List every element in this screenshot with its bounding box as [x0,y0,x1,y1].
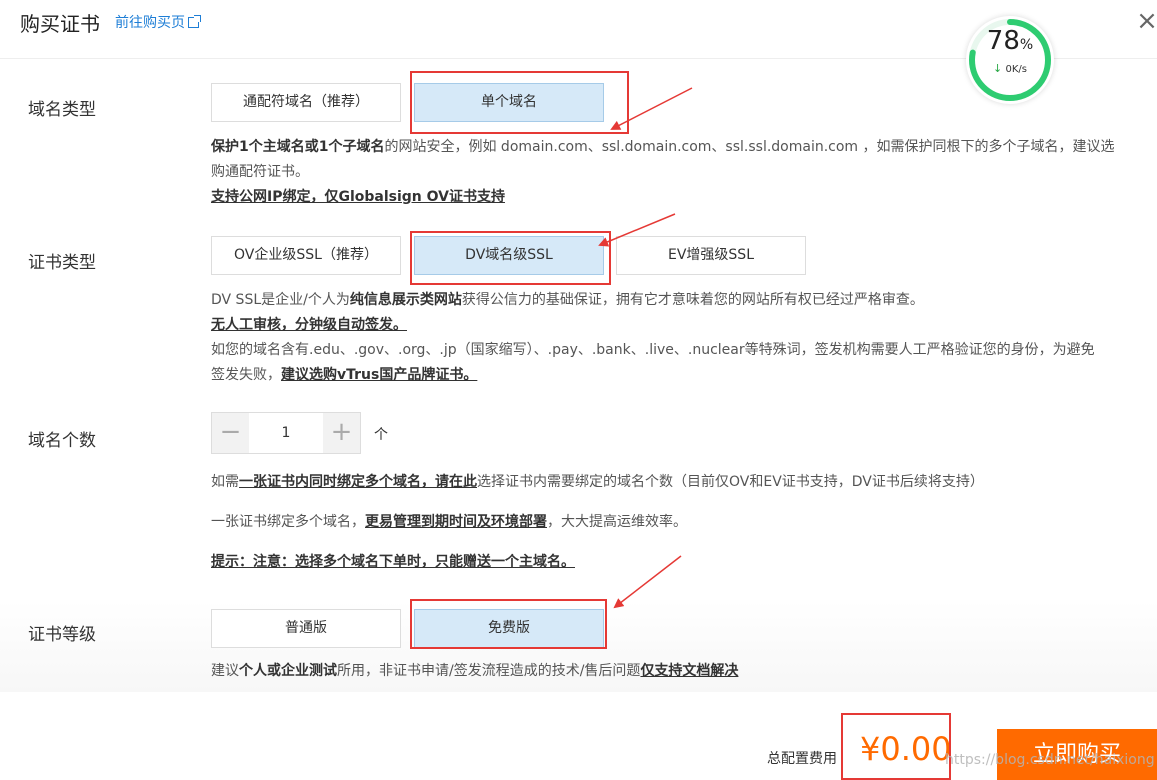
note1-pre: 如需 [211,474,239,490]
domain-type-label: 域名类型 [28,100,96,120]
network-speed-widget[interactable]: 78% ↓ 0K/s [966,16,1054,104]
speed-percent-unit: % [1019,37,1034,53]
vtrus-cert-link[interactable]: 建议选购vTrus国产品牌证书。 [281,367,477,383]
domain-count-input[interactable] [249,413,323,453]
multi-domain-tip: 提示：注意：选择多个域名下单时，只能赠送一个主域名。 [211,554,575,570]
cert-type-desc-a: DV SSL是企业/个人为 [211,292,350,308]
dialog-title: 购买证书 [20,12,100,36]
domain-count-unit: 个 [374,427,388,443]
total-cost-label: 总配置费用 [767,751,837,767]
domain-count-note-1: 如需一张证书内同时绑定多个域名，请在此选择证书内需要绑定的域名个数（目前仅OV和… [211,470,1141,495]
option-ov-ssl[interactable]: OV企业级SSL（推荐） [211,236,401,275]
cert-type-desc-a-rest: 获得公信力的基础保证，拥有它才意味着您的网站所有权已经过严格审查。 [461,292,924,308]
domain-type-desc-bold: 保护1个主域名或1个子域名 [211,139,385,155]
domain-count-note-2: 一张证书绑定多个域名，更易管理到期时间及环境部署，大大提高运维效率。 [211,510,1141,535]
watermark: https://blog.csdn.net/haixiong [945,752,1155,768]
cert-type-desc-d: 签发失败， [211,367,281,383]
cert-level-label: 证书等级 [28,625,96,645]
external-link-icon [188,15,201,28]
speed-rate-value: 0K/s [1005,64,1027,75]
speed-percent: 78% [966,26,1054,56]
easier-management-link[interactable]: 更易管理到期时间及环境部署 [365,514,547,530]
decrement-button[interactable]: − [212,413,249,453]
domain-count-stepper: − + [211,412,361,454]
cert-level-description: 建议个人或企业测试所用，非证书申请/签发流程造成的技术/售后问题仅支持文档解决 [211,659,1141,684]
domain-count-label: 域名个数 [28,431,96,451]
cert-type-desc-a-bold: 纯信息展示类网站 [349,292,462,308]
note1-rest: 选择证书内需要绑定的域名个数（目前仅OV和EV证书支持，DV证书后续将支持） [477,474,984,490]
increment-button[interactable]: + [323,413,360,453]
auto-issue-link[interactable]: 无人工审核，分钟级自动签发。 [211,317,407,333]
ip-binding-link[interactable]: 支持公网IP绑定，仅Globalsign OV证书支持 [211,189,505,205]
domain-type-description: 保护1个主域名或1个子域名的网站安全，例如 domain.com、ssl.dom… [211,135,1141,210]
note2-rest: ，大大提高运维效率。 [547,514,687,530]
cert-type-description: DV SSL是企业/个人为纯信息展示类网站获得公信力的基础保证，拥有它才意味着您… [211,288,1141,388]
docs-only-link[interactable]: 仅支持文档解决 [640,663,738,679]
cert-level-desc-mid: 所用，非证书申请/签发流程造成的技术/售后问题 [337,663,641,679]
option-ev-ssl[interactable]: EV增强级SSL [616,236,806,275]
annotation-box [410,71,629,134]
cert-type-desc-c: 如您的域名含有.edu、.gov、.org、.jp（国家缩写）、.pay、.ba… [211,342,1095,358]
cert-level-desc-pre: 建议 [211,663,239,679]
cert-level-desc-bold: 个人或企业测试 [239,663,337,679]
download-arrow-icon: ↓ [993,62,1003,75]
domain-count-tip: 提示：注意：选择多个域名下单时，只能赠送一个主域名。 [211,550,1141,575]
close-icon[interactable]: × [1136,8,1157,34]
speed-rate: ↓ 0K/s [966,62,1054,75]
annotation-box [410,231,611,285]
option-wildcard-domain[interactable]: 通配符域名（推荐） [211,83,401,122]
annotation-box [410,599,607,649]
buy-page-link[interactable]: 前往购买页 [115,12,201,32]
note2-pre: 一张证书绑定多个域名， [211,514,365,530]
option-standard-edition[interactable]: 普通版 [211,609,401,648]
cert-type-label: 证书类型 [28,253,96,273]
multi-domain-link[interactable]: 一张证书内同时绑定多个域名，请在此 [239,474,477,490]
buy-page-link-label: 前往购买页 [115,15,185,31]
domain-type-desc-text: 的网站安全，例如 domain.com、ssl.domain.com、ssl.s… [384,139,1115,155]
domain-type-desc-text-2: 购通配符证书。 [211,164,309,180]
speed-percent-value: 78 [986,26,1020,56]
annotation-box [841,713,951,780]
